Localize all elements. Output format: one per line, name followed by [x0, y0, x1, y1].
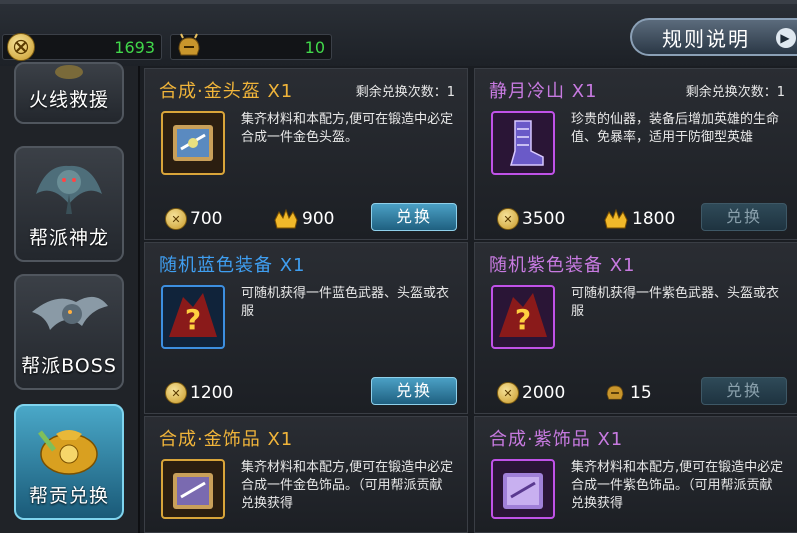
cost-value: 2000 [522, 383, 566, 403]
card-description: 可随机获得一件紫色武器、头盔或衣服 [571, 286, 780, 319]
gold-ingot-icon [604, 208, 628, 229]
cost-value: 1200 [190, 383, 234, 403]
card-title: 合成·金饰品 X1 [159, 429, 294, 450]
card-description: 集齐材料和本配方,便可在锻造中必定合成一件金色头盔。 [241, 112, 454, 145]
cost-value: 700 [190, 209, 223, 229]
exchange-button[interactable]: 兑换 [701, 203, 787, 231]
mystery-blue-icon[interactable]: ? [161, 285, 225, 349]
coin-icon: ✕ [165, 208, 187, 230]
exchange-card-jingyue: 静月冷山 X1 剩余兑换次数：1 珍贵的仙器，装备后增加英雄的生命值、免暴率，适… [474, 68, 797, 240]
lamp-icon [26, 64, 112, 84]
gold-ingot-icon [274, 208, 298, 229]
money-bag-icon [26, 412, 112, 478]
exchange-card-gold-accessory: 合成·金饰品 X1 集齐材料和本配方,便可在锻造中必定合成一件金色饰品。（可用帮… [144, 416, 468, 533]
rules-button[interactable]: 规则说明 ▶ [630, 18, 797, 56]
helm-resource: 10 [170, 33, 332, 61]
gold-scroll-icon[interactable] [161, 459, 225, 519]
card-title: 随机紫色装备 X1 [489, 255, 636, 276]
exchange-card-purple-accessory: 合成·紫饰品 X1 集齐材料和本配方,便可在锻造中必定合成一件紫色饰品。（可用帮… [474, 416, 797, 533]
sidebar-item-label: 帮派BOSS [21, 355, 117, 377]
sidebar-item-boss[interactable]: 帮派BOSS [14, 274, 124, 390]
remaining-count: 剩余兑换次数：1 [685, 85, 785, 100]
card-description: 可随机获得一件蓝色武器、头盔或衣服 [241, 286, 450, 319]
cost-gold: 900 [273, 207, 334, 231]
exchange-button[interactable]: 兑换 [701, 377, 787, 405]
sidebar: 火线救援 帮派神龙 帮派BOSS 帮贡兑换 [0, 62, 140, 533]
card-title: 随机蓝色装备 X1 [159, 255, 306, 276]
coin-resource: 1693 [2, 33, 162, 61]
cost-value: 3500 [522, 209, 566, 229]
boss-icon [26, 282, 112, 348]
helm-value: 10 [304, 38, 325, 57]
sidebar-item-label: 帮派神龙 [28, 227, 109, 249]
purple-scroll-icon[interactable] [491, 459, 555, 519]
svg-text:?: ? [515, 303, 531, 336]
sidebar-item-exchange[interactable]: 帮贡兑换 [14, 404, 124, 520]
cost-helm: 15 [603, 381, 652, 405]
svg-text:?: ? [185, 303, 201, 336]
exchange-button[interactable]: 兑换 [371, 377, 457, 405]
card-description: 集齐材料和本配方,便可在锻造中必定合成一件金色饰品。（可用帮派贡献兑换获得 [241, 460, 454, 511]
exchange-card-random-blue: 随机蓝色装备 X1 ? 可随机获得一件蓝色武器、头盔或衣服 ✕ 1200 兑换 [144, 242, 468, 414]
exchange-button[interactable]: 兑换 [371, 203, 457, 231]
sidebar-item-label: 帮贡兑换 [28, 485, 109, 507]
purple-boot-icon[interactable] [491, 111, 555, 175]
arrow-right-icon: ▶ [776, 28, 796, 48]
cost-coin: ✕ 1200 [165, 381, 233, 405]
helmet-icon [175, 33, 203, 61]
cost-coin: ✕ 3500 [497, 207, 565, 231]
exchange-card-gold-helmet: 合成·金头盔 X1 剩余兑换次数：1 集齐材料和本配方,便可在锻造中必定合成一件… [144, 68, 468, 240]
card-description: 集齐材料和本配方,便可在锻造中必定合成一件紫色饰品。（可用帮派贡献兑换获得 [571, 460, 784, 511]
coin-icon: ✕ [497, 382, 519, 404]
card-description: 珍贵的仙器，装备后增加英雄的生命值、免暴率，适用于防御型英雄 [571, 112, 780, 145]
rules-label: 规则说明 [662, 26, 750, 51]
top-divider [0, 0, 797, 4]
coin-icon [7, 33, 35, 61]
card-title: 静月冷山 X1 [489, 81, 598, 102]
dragon-icon [26, 154, 112, 220]
exchange-card-random-purple: 随机紫色装备 X1 ? 可随机获得一件紫色武器、头盔或衣服 ✕ 2000 15 … [474, 242, 797, 414]
coin-value: 1693 [114, 38, 155, 57]
card-title: 合成·金头盔 X1 [159, 81, 294, 102]
helmet-icon [606, 385, 624, 400]
sidebar-item-label: 火线救援 [28, 89, 109, 111]
remaining-count: 剩余兑换次数：1 [355, 85, 455, 100]
sidebar-item-rescue[interactable]: 火线救援 [14, 62, 124, 124]
cost-coin: ✕ 2000 [497, 381, 565, 405]
coin-icon: ✕ [497, 208, 519, 230]
cost-value: 15 [630, 383, 652, 403]
cost-gold: 1800 [603, 207, 675, 231]
card-title: 合成·紫饰品 X1 [489, 429, 624, 450]
cost-value: 1800 [632, 209, 676, 229]
cost-value: 900 [302, 209, 335, 229]
mystery-purple-icon[interactable]: ? [491, 285, 555, 349]
cost-coin: ✕ 700 [165, 207, 222, 231]
sidebar-item-dragon[interactable]: 帮派神龙 [14, 146, 124, 262]
top-bar: 1693 10 规则说明 ▶ [0, 0, 797, 66]
gold-scroll-icon[interactable] [161, 111, 225, 175]
coin-icon: ✕ [165, 382, 187, 404]
